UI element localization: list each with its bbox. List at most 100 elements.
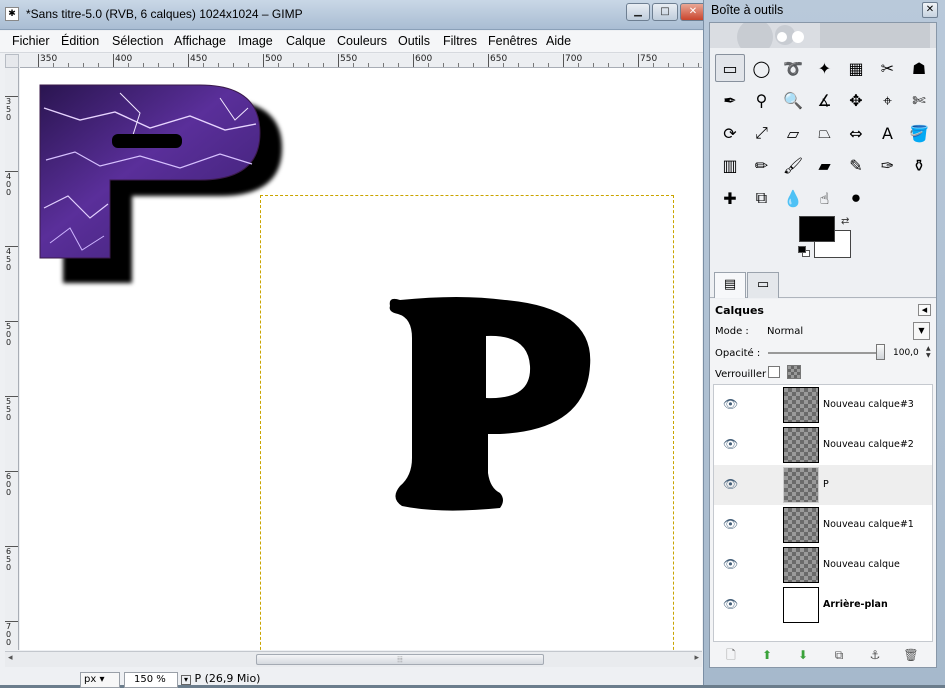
tool-crop-icon[interactable]: ✄ (904, 87, 934, 115)
foreground-color[interactable] (799, 216, 835, 242)
menu-item-8[interactable]: Filtres (443, 34, 477, 48)
visibility-eye-icon[interactable]: 👁 (723, 598, 738, 610)
visibility-eye-icon[interactable]: 👁 (723, 518, 738, 530)
tab-tool-options[interactable]: ▭ (747, 272, 779, 298)
tool-flip-icon[interactable]: ⇔ (841, 119, 871, 147)
zoom-dropdown-icon[interactable]: ▾ (181, 675, 191, 685)
raise-layer-icon[interactable]: ⬆ (759, 647, 775, 663)
anchor-layer-icon[interactable]: ⚓ (867, 647, 883, 663)
menu-item-3[interactable]: Affichage (174, 34, 226, 48)
menu-item-6[interactable]: Couleurs (337, 34, 387, 48)
zoom-select[interactable]: 150 % (124, 672, 178, 688)
new-layer-icon[interactable]: 🗋 (723, 647, 739, 663)
tool-shear-icon[interactable]: ▱ (778, 119, 808, 147)
visibility-eye-icon[interactable]: 👁 (723, 478, 738, 490)
tool-perspective-icon[interactable]: ⏢ (810, 119, 840, 147)
tab-layers[interactable]: ▤ (714, 272, 746, 298)
tool-dodge-burn-icon[interactable]: ⚫ (841, 184, 871, 212)
layer-row[interactable]: 👁 Nouveau calque#1 (714, 505, 932, 545)
tool-clone-icon[interactable]: ⚱ (904, 152, 934, 180)
layer-name[interactable]: Arrière-plan (823, 599, 888, 610)
main-titlebar[interactable]: ✱ *Sans titre-5.0 (RVB, 6 calques) 1024x… (0, 0, 708, 30)
tool-scissors-icon[interactable]: ✂ (873, 54, 903, 82)
tool-perspective-clone-icon[interactable]: ⧉ (747, 184, 777, 212)
wilber-drop-area[interactable] (710, 23, 936, 48)
unit-select[interactable]: px ▾ (80, 672, 120, 688)
tool-smudge-icon[interactable]: ☝ (810, 184, 840, 212)
image-canvas[interactable] (20, 68, 702, 650)
layer-name[interactable]: Nouveau calque#1 (823, 519, 914, 530)
tool-airbrush-icon[interactable]: ✎ (841, 152, 871, 180)
menu-item-10[interactable]: Aide (546, 34, 571, 48)
tool-paintbrush-icon[interactable]: 🖌 (778, 152, 808, 180)
lower-layer-icon[interactable]: ⬇ (795, 647, 811, 663)
visibility-eye-icon[interactable]: 👁 (723, 438, 738, 450)
toolbox-close-button[interactable]: ✕ (922, 2, 938, 18)
layer-name[interactable]: Nouveau calque#2 (823, 439, 914, 450)
tool-heal-icon[interactable]: ✚ (715, 184, 745, 212)
menu-item-1[interactable]: Édition (61, 34, 99, 48)
tool-blur-icon[interactable]: 💧 (778, 184, 808, 212)
layer-name[interactable]: Nouveau calque#3 (823, 399, 914, 410)
tool-measure-icon[interactable]: ∡ (810, 87, 840, 115)
menu-item-9[interactable]: Fenêtres (488, 34, 537, 48)
tool-color-select-icon[interactable]: ▦ (841, 54, 871, 82)
menu-item-4[interactable]: Image (238, 34, 273, 48)
horizontal-scrollbar[interactable]: ◂ ⦙⦙⦙ ▸ (5, 651, 702, 667)
tool-paths-icon[interactable]: ✒ (715, 87, 745, 115)
scroll-right-icon[interactable]: ▸ (694, 653, 699, 663)
tool-ink-icon[interactable]: ✑ (873, 152, 903, 180)
swap-colors-icon[interactable]: ⇄ (841, 216, 849, 227)
opacity-slider-handle[interactable] (876, 344, 885, 360)
visibility-eye-icon[interactable]: 👁 (723, 398, 738, 410)
layer-row[interactable]: 👁 Nouveau calque (714, 545, 932, 585)
tool-ellipse-select-icon[interactable]: ◯ (747, 54, 777, 82)
tool-free-select-icon[interactable]: ➰ (778, 54, 808, 82)
tool-fuzzy-select-icon[interactable]: ✦ (810, 54, 840, 82)
lock-alpha-icon[interactable] (787, 365, 801, 379)
opacity-slider[interactable] (768, 352, 881, 354)
scroll-left-icon[interactable]: ◂ (8, 653, 13, 663)
vertical-ruler[interactable]: 350 400 450 500 550 600 650 700 (5, 68, 19, 650)
mode-value[interactable]: Normal (767, 326, 803, 337)
menu-item-0[interactable]: Fichier (12, 34, 50, 48)
layer-name[interactable]: Nouveau calque (823, 559, 900, 570)
tool-blend-icon[interactable]: ▥ (715, 152, 745, 180)
layer-row[interactable]: 👁 Arrière-plan (714, 585, 932, 625)
layer-list[interactable]: 👁 Nouveau calque#3 👁 Nouveau calque#2 👁 P 👁 Nou… (713, 384, 933, 642)
tool-zoom-icon[interactable]: 🔍 (778, 87, 808, 115)
layer-row[interactable]: 👁 Nouveau calque#3 (714, 385, 932, 425)
tool-text-icon[interactable]: A (873, 119, 903, 147)
tool-move-icon[interactable]: ✥ (841, 87, 871, 115)
delete-layer-icon[interactable]: 🗑 (903, 647, 919, 663)
tool-foreground-select-icon[interactable]: ☗ (904, 54, 934, 82)
horizontal-ruler[interactable]: 350 400 450 500 550 600 650 700 750 (20, 54, 702, 68)
tool-bucket-fill-icon[interactable]: 🪣 (904, 119, 934, 147)
tool-rotate-icon[interactable]: ⟳ (715, 119, 745, 147)
tool-scale-icon[interactable]: ⤢ (747, 119, 777, 147)
tool-align-icon[interactable]: ⌖ (873, 87, 903, 115)
toolbox-titlebar[interactable]: Boîte à outils ✕ (704, 0, 945, 22)
layer-name[interactable]: P (823, 479, 829, 490)
horizontal-scroll-thumb[interactable]: ⦙⦙⦙ (256, 654, 544, 665)
maximize-button[interactable]: □ (652, 3, 678, 21)
layer-row[interactable]: 👁 P (714, 465, 932, 505)
default-colors-fg-icon[interactable] (798, 246, 806, 253)
tool-pencil-icon[interactable]: ✏ (747, 152, 777, 180)
minimize-button[interactable]: ▁ (626, 3, 650, 21)
menu-item-5[interactable]: Calque (286, 34, 326, 48)
panel-menu-icon[interactable]: ◀ (918, 304, 931, 316)
menu-item-7[interactable]: Outils (398, 34, 430, 48)
mode-dropdown-icon[interactable]: ▼ (913, 322, 930, 340)
duplicate-layer-icon[interactable]: ⧉ (831, 647, 847, 663)
lock-pixels-checkbox[interactable] (768, 366, 780, 378)
menu-item-2[interactable]: Sélection (112, 34, 163, 48)
opacity-spin-icon[interactable]: ▲ ▼ (926, 345, 934, 360)
tool-color-picker-icon[interactable]: ⚲ (747, 87, 777, 115)
visibility-eye-icon[interactable]: 👁 (723, 558, 738, 570)
layer-row[interactable]: 👁 Nouveau calque#2 (714, 425, 932, 465)
opacity-value[interactable]: 100,0 (893, 348, 919, 358)
tool-eraser-icon[interactable]: ▰ (810, 152, 840, 180)
tool-rect-select-icon[interactable]: ▭ (715, 54, 745, 82)
ruler-corner[interactable] (5, 54, 19, 68)
